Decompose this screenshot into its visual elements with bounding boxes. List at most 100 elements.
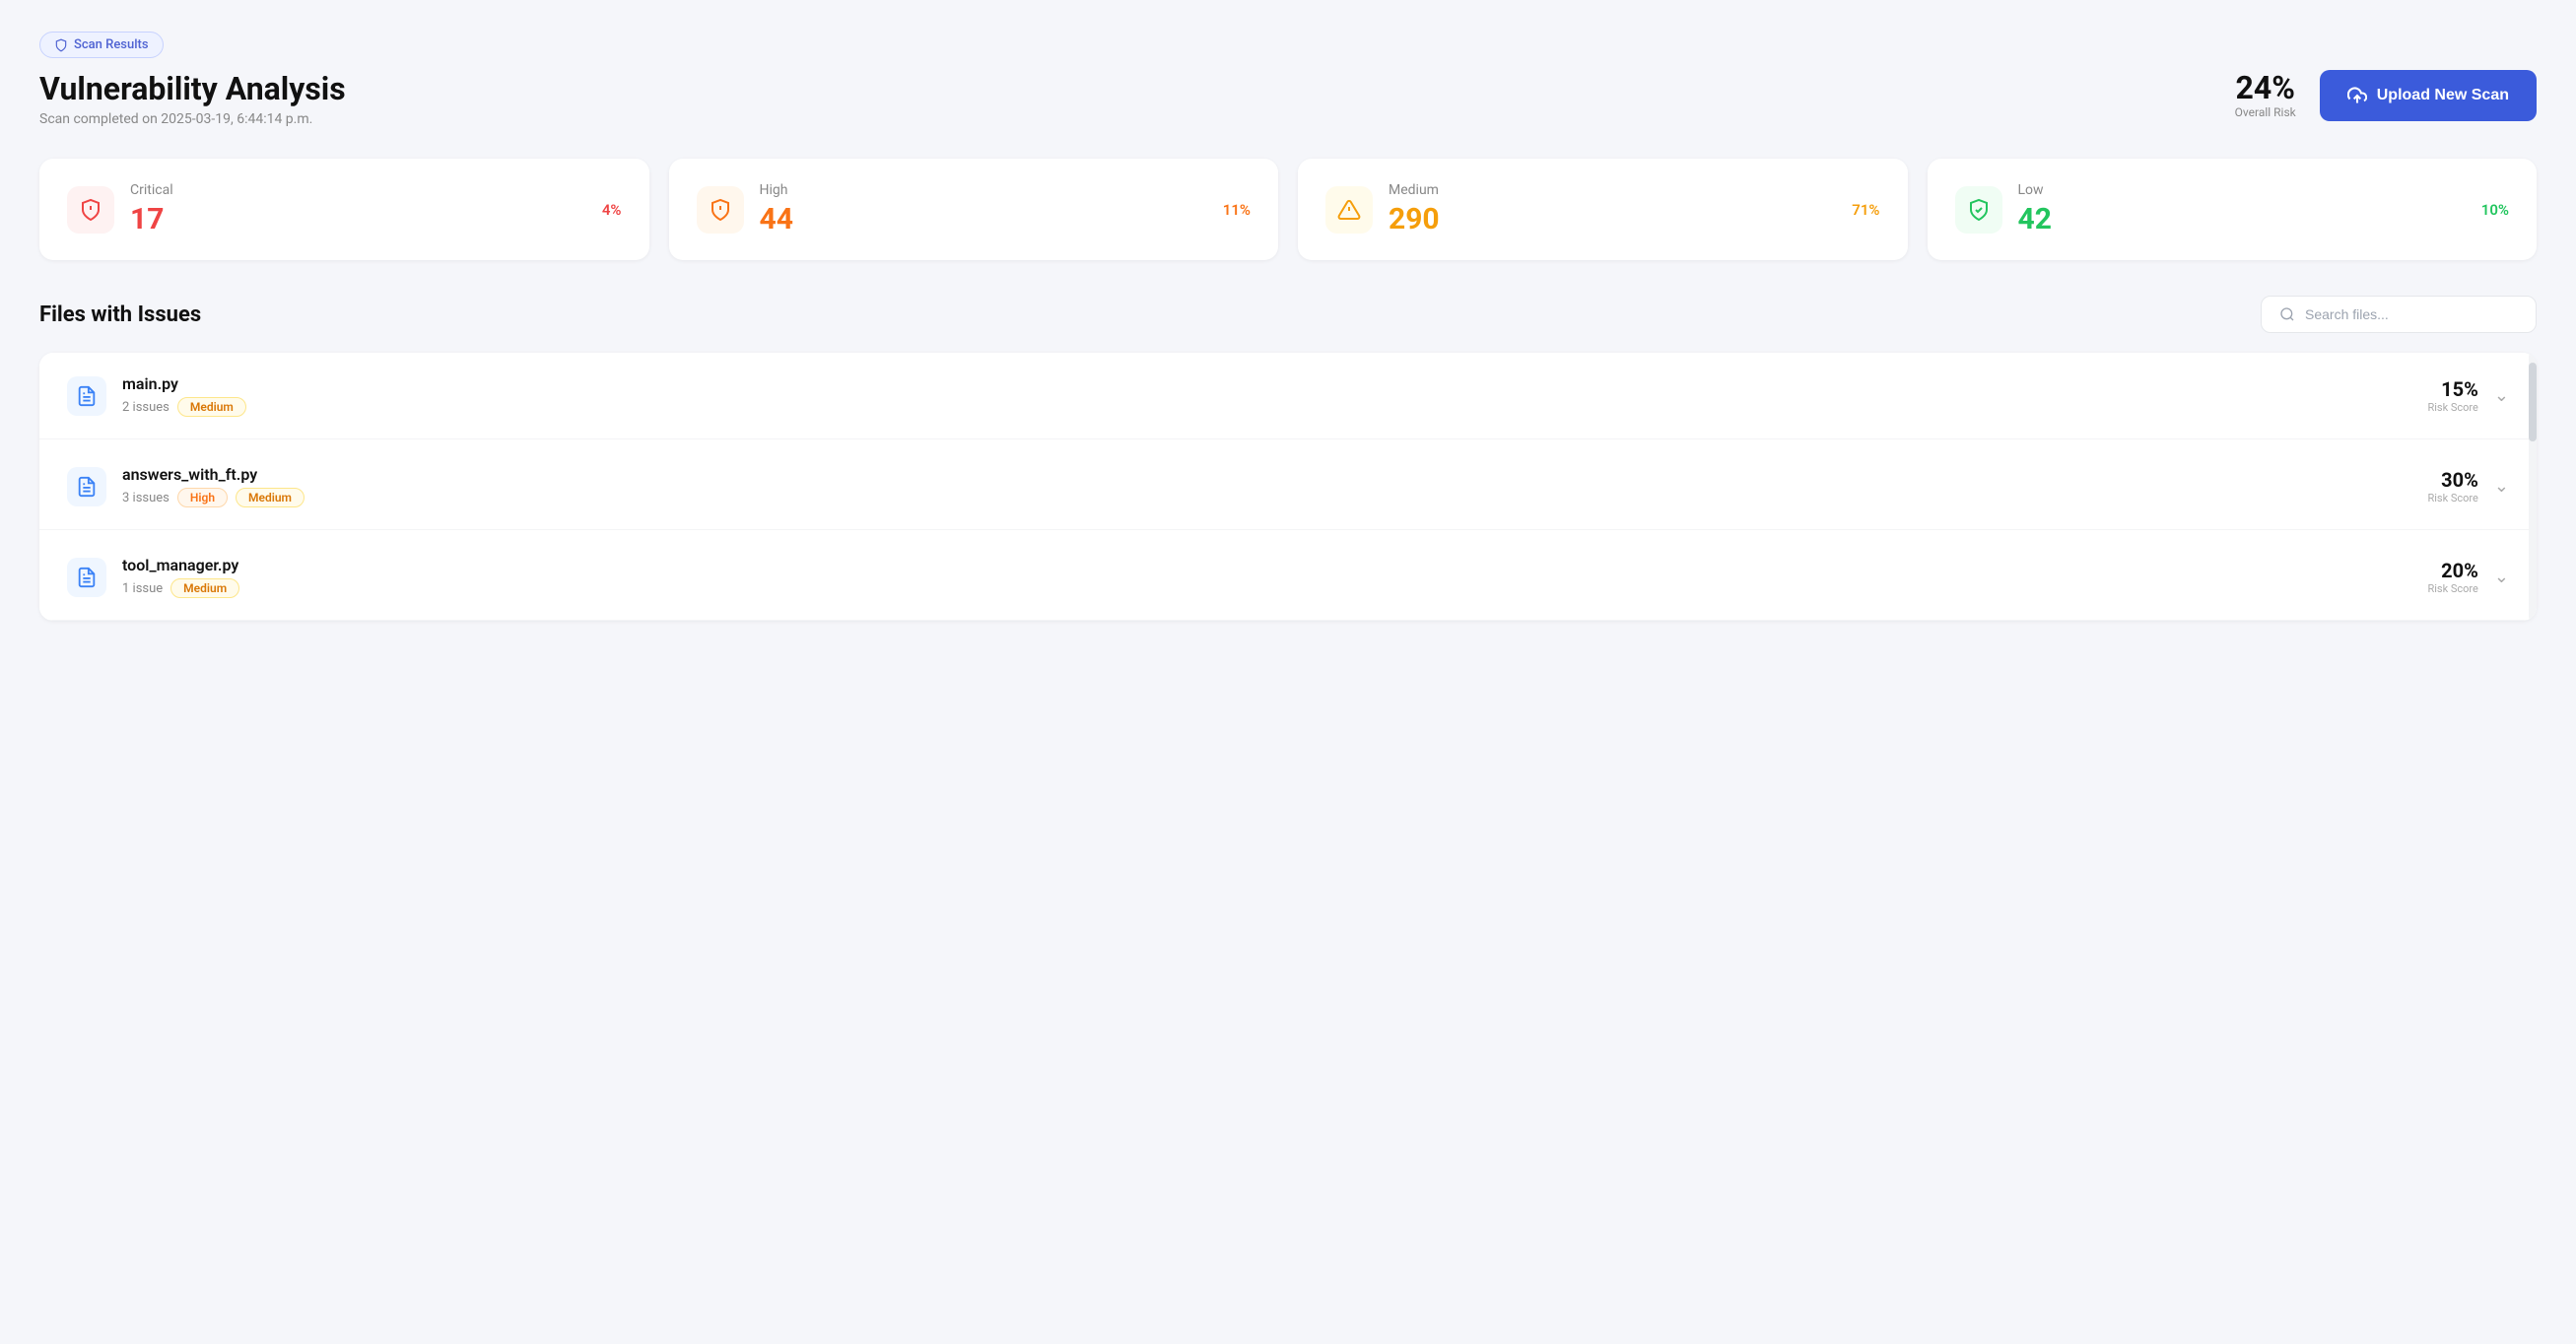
file-icon bbox=[67, 376, 106, 416]
file-info: tool_manager.py 1 issue Medium bbox=[122, 556, 239, 598]
chevron-down-icon: ⌄ bbox=[2494, 385, 2509, 406]
file-info: answers_with_ft.py 3 issues High Medium bbox=[122, 465, 305, 507]
file-icon bbox=[67, 467, 106, 506]
warning-icon bbox=[1337, 198, 1361, 222]
header-left: Vulnerability Analysis Scan completed on… bbox=[39, 70, 346, 127]
low-value: 42 bbox=[2018, 202, 2052, 236]
file-name: answers_with_ft.py bbox=[122, 465, 305, 484]
risk-score-value: 20% bbox=[2427, 559, 2477, 582]
high-icon-container bbox=[697, 186, 744, 234]
file-item-tool-manager-py[interactable]: tool_manager.py 1 issue Medium 20% Risk … bbox=[39, 534, 2537, 621]
stat-card-medium: Medium 290 71% bbox=[1298, 159, 1908, 260]
file-item-left: answers_with_ft.py 3 issues High Medium bbox=[67, 465, 305, 507]
file-item-answers-with-ft-py[interactable]: answers_with_ft.py 3 issues High Medium … bbox=[39, 443, 2537, 530]
critical-value: 17 bbox=[130, 202, 173, 236]
medium-percent: 71% bbox=[1852, 201, 1879, 219]
critical-label: Critical bbox=[130, 182, 173, 198]
file-meta: 2 issues Medium bbox=[122, 397, 246, 417]
document-icon bbox=[76, 476, 98, 498]
high-value: 44 bbox=[760, 202, 793, 236]
file-right: 20% Risk Score ⌄ bbox=[2427, 559, 2509, 595]
files-list: main.py 2 issues Medium 15% Risk Score ⌄ bbox=[39, 353, 2537, 621]
files-section: Files with Issues bbox=[39, 296, 2537, 621]
issues-count: 2 issues bbox=[122, 400, 169, 415]
search-icon bbox=[2279, 306, 2295, 322]
badge-medium: Medium bbox=[177, 397, 246, 417]
badge-high: High bbox=[177, 488, 228, 507]
scrollbar-track[interactable] bbox=[2529, 353, 2537, 621]
stat-card-low-left: Low 42 bbox=[1955, 182, 2052, 236]
upload-icon bbox=[2347, 86, 2367, 105]
file-right: 15% Risk Score ⌄ bbox=[2427, 377, 2509, 414]
header-right: 24% Overall Risk Upload New Scan bbox=[2235, 70, 2537, 121]
risk-score-label: Risk Score bbox=[2427, 492, 2477, 504]
badge-medium: Medium bbox=[236, 488, 305, 507]
files-section-header: Files with Issues bbox=[39, 296, 2537, 333]
low-icon-container bbox=[1955, 186, 2002, 234]
document-icon bbox=[76, 567, 98, 588]
risk-score-display: 20% Risk Score bbox=[2427, 559, 2477, 595]
medium-stat-info: Medium 290 bbox=[1389, 182, 1440, 236]
file-icon bbox=[67, 558, 106, 597]
stats-grid: Critical 17 4% High 44 11% bbox=[39, 159, 2537, 260]
risk-score-label: Risk Score bbox=[2427, 582, 2477, 595]
high-label: High bbox=[760, 182, 793, 198]
critical-icon-container bbox=[67, 186, 114, 234]
check-shield-icon bbox=[1967, 198, 1991, 222]
page-header: Vulnerability Analysis Scan completed on… bbox=[39, 70, 2537, 127]
stat-card-low: Low 42 10% bbox=[1928, 159, 2538, 260]
chevron-down-icon: ⌄ bbox=[2494, 476, 2509, 497]
file-item-left: tool_manager.py 1 issue Medium bbox=[67, 556, 239, 598]
breadcrumb-badge[interactable]: Scan Results bbox=[39, 32, 164, 58]
medium-label: Medium bbox=[1389, 182, 1440, 198]
files-section-title: Files with Issues bbox=[39, 302, 201, 327]
scrollbar-thumb[interactable] bbox=[2529, 363, 2537, 441]
medium-icon-container bbox=[1325, 186, 1373, 234]
search-box[interactable] bbox=[2261, 296, 2537, 333]
high-icon bbox=[709, 198, 732, 222]
shield-icon bbox=[54, 38, 68, 52]
chevron-down-icon: ⌄ bbox=[2494, 567, 2509, 587]
stat-card-high: High 44 11% bbox=[669, 159, 1279, 260]
issues-count: 1 issue bbox=[122, 581, 163, 596]
critical-stat-info: Critical 17 bbox=[130, 182, 173, 236]
risk-score-display: 30% Risk Score bbox=[2427, 468, 2477, 504]
file-right: 30% Risk Score ⌄ bbox=[2427, 468, 2509, 504]
low-percent: 10% bbox=[2481, 201, 2509, 219]
stat-card-medium-left: Medium 290 bbox=[1325, 182, 1440, 236]
upload-button-label: Upload New Scan bbox=[2377, 87, 2509, 104]
file-name: main.py bbox=[122, 374, 246, 393]
stat-card-critical: Critical 17 4% bbox=[39, 159, 649, 260]
low-label: Low bbox=[2018, 182, 2052, 198]
file-item-left: main.py 2 issues Medium bbox=[67, 374, 246, 417]
overall-risk-percent: 24% bbox=[2235, 72, 2296, 103]
upload-new-scan-button[interactable]: Upload New Scan bbox=[2320, 70, 2537, 121]
page-title: Vulnerability Analysis bbox=[39, 70, 346, 107]
scan-date: Scan completed on 2025-03-19, 6:44:14 p.… bbox=[39, 111, 346, 127]
risk-score-display: 15% Risk Score bbox=[2427, 377, 2477, 414]
breadcrumb: Scan Results bbox=[39, 32, 2537, 58]
file-meta: 3 issues High Medium bbox=[122, 488, 305, 507]
badge-medium: Medium bbox=[170, 578, 239, 598]
stat-card-critical-left: Critical 17 bbox=[67, 182, 173, 236]
overall-risk-display: 24% Overall Risk bbox=[2235, 72, 2296, 119]
breadcrumb-label: Scan Results bbox=[74, 37, 149, 52]
document-icon bbox=[76, 385, 98, 407]
low-stat-info: Low 42 bbox=[2018, 182, 2052, 236]
search-input[interactable] bbox=[2305, 306, 2518, 322]
high-percent: 11% bbox=[1223, 201, 1251, 219]
overall-risk-label: Overall Risk bbox=[2235, 105, 2296, 119]
file-item-main-py[interactable]: main.py 2 issues Medium 15% Risk Score ⌄ bbox=[39, 353, 2537, 439]
medium-value: 290 bbox=[1389, 202, 1440, 236]
file-name: tool_manager.py bbox=[122, 556, 239, 574]
risk-score-value: 15% bbox=[2427, 377, 2477, 401]
risk-score-label: Risk Score bbox=[2427, 401, 2477, 414]
risk-score-value: 30% bbox=[2427, 468, 2477, 492]
file-meta: 1 issue Medium bbox=[122, 578, 239, 598]
critical-percent: 4% bbox=[602, 201, 622, 219]
high-stat-info: High 44 bbox=[760, 182, 793, 236]
issues-count: 3 issues bbox=[122, 491, 169, 505]
file-info: main.py 2 issues Medium bbox=[122, 374, 246, 417]
critical-icon bbox=[79, 198, 102, 222]
stat-card-high-left: High 44 bbox=[697, 182, 793, 236]
